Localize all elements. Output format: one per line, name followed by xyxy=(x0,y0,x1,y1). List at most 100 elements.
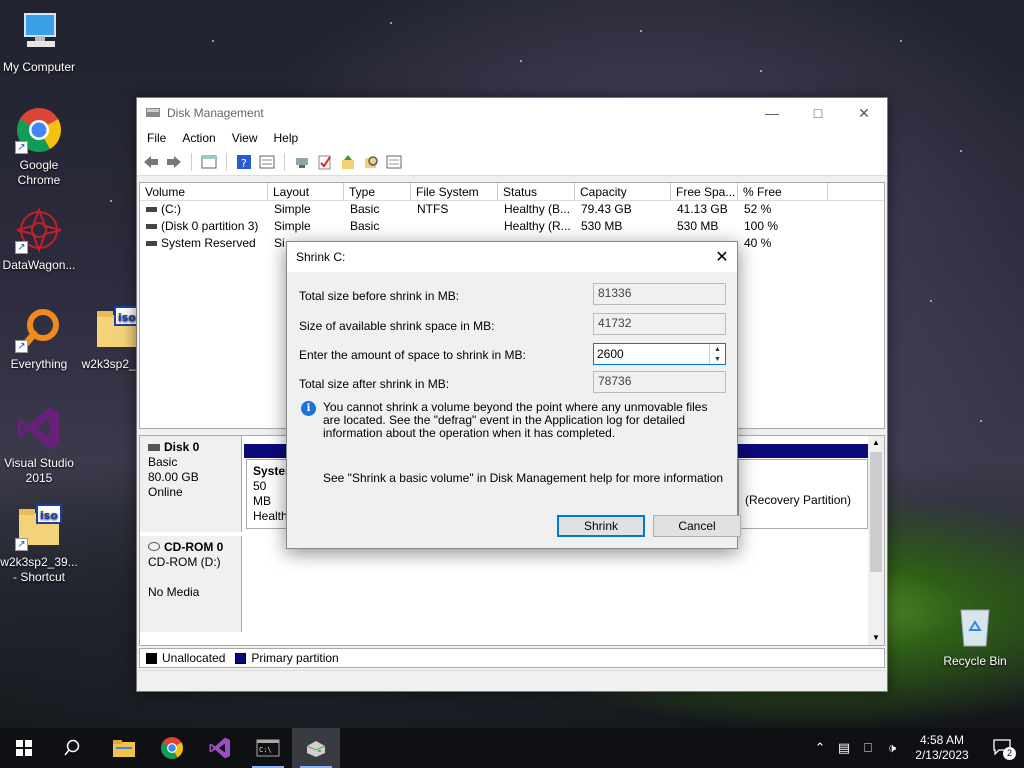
help-icon[interactable]: ? xyxy=(234,152,254,172)
taskbar-chrome[interactable] xyxy=(148,728,196,768)
column-file-system[interactable]: File System xyxy=(411,183,498,200)
desktop-icon-my-computer[interactable]: My Computer xyxy=(0,8,78,75)
stepper-down-icon[interactable]: ▼ xyxy=(710,354,725,364)
column-capacity[interactable]: Capacity xyxy=(575,183,671,200)
desktop-icon-recycle-bin[interactable]: Recycle Bin xyxy=(936,602,1014,669)
shrink-button[interactable]: Shrink xyxy=(557,515,645,537)
menu-view[interactable]: View xyxy=(224,131,266,145)
taskbar-disk-management[interactable] xyxy=(292,728,340,768)
close-button[interactable]: ✕ xyxy=(841,98,887,128)
scroll-up-icon[interactable]: ▲ xyxy=(868,436,884,450)
desktop-icon-google-chrome[interactable]: ↗ Google Chrome xyxy=(0,106,78,188)
cdrom-0-type: CD-ROM (D:) xyxy=(148,555,221,569)
column-type[interactable]: Type xyxy=(344,183,411,200)
everything-search-icon: ↗ xyxy=(15,305,63,353)
desktop-icon-visual-studio[interactable]: Visual Studio 2015 xyxy=(0,404,78,486)
shortcut-arrow-icon: ↗ xyxy=(15,241,28,254)
search-icon xyxy=(64,739,80,756)
system-tray: ⌃ ▤ ⎕ 🕩 4:58 AM 2/13/2023 2 xyxy=(808,728,1024,768)
list-view-icon[interactable] xyxy=(384,152,404,172)
taskbar-visual-studio[interactable] xyxy=(196,728,244,768)
scroll-down-icon[interactable]: ▼ xyxy=(868,631,884,645)
clock-time: 4:58 AM xyxy=(919,733,965,747)
cdrom-0-name: CD-ROM 0 xyxy=(164,540,224,554)
desktop-icon-label: Google Chrome xyxy=(17,158,61,187)
column-layout[interactable]: Layout xyxy=(268,183,344,200)
help-link-text[interactable]: See "Shrink a basic volume" in Disk Mana… xyxy=(323,471,723,485)
volume-percent-free: 100 % xyxy=(744,219,779,233)
dialog-titlebar[interactable]: Shrink C: ✕ xyxy=(287,242,737,272)
volume-status: Healthy (R... xyxy=(504,219,571,233)
column-status[interactable]: Status xyxy=(498,183,575,200)
cdrom-0-label[interactable]: CD-ROM 0 CD-ROM (D:) No Media xyxy=(140,536,242,632)
unallocated-swatch xyxy=(146,652,157,664)
up-level-icon[interactable] xyxy=(338,152,358,172)
recycle-bin-icon xyxy=(951,602,999,650)
desktop-icon-datawagon[interactable]: ↗ DataWagon... xyxy=(0,206,78,273)
console-tree-icon[interactable] xyxy=(199,152,219,172)
notification-center-icon[interactable]: 2 xyxy=(980,738,1024,760)
window-titlebar[interactable]: Disk Management — □ ✕ xyxy=(137,98,887,128)
info-icon: i xyxy=(301,401,316,416)
maximize-button[interactable]: □ xyxy=(795,98,841,128)
forward-arrow-icon[interactable] xyxy=(164,152,184,172)
recovery-partition[interactable]: (Recovery Partition) xyxy=(738,459,868,529)
taskbar-file-explorer[interactable] xyxy=(100,728,148,768)
shortcut-arrow-icon: ↗ xyxy=(15,340,28,353)
column-volume[interactable]: Volume xyxy=(140,183,268,200)
available-space-label: Size of available shrink space in MB: xyxy=(299,319,495,333)
partition-status: Healthy xyxy=(253,509,294,523)
back-arrow-icon[interactable] xyxy=(141,152,161,172)
disk-view-scrollbar[interactable]: ▲ ▼ xyxy=(868,436,884,645)
desktop-icon-label: w2k3sp2_39... - Shortcut xyxy=(0,555,78,584)
total-after-label: Total size after shrink in MB: xyxy=(299,377,450,391)
disk-0-size: 80.00 GB xyxy=(148,470,199,484)
desktop-icon-label: Visual Studio 2015 xyxy=(4,456,74,485)
taskbar-command-prompt[interactable]: C:\ xyxy=(244,728,292,768)
column-percent-free[interactable]: % Free xyxy=(738,183,828,200)
shrink-amount-input[interactable] xyxy=(594,344,709,364)
svg-text:?: ? xyxy=(241,157,247,170)
volume-free-space: 530 MB xyxy=(677,219,719,233)
shrink-amount-stepper[interactable]: ▲ ▼ xyxy=(593,343,726,365)
cancel-button[interactable]: Cancel xyxy=(653,515,741,537)
stepper-up-icon[interactable]: ▲ xyxy=(710,344,725,354)
volume-icon[interactable]: 🕩 xyxy=(880,740,904,756)
network-icon[interactable]: ⎕ xyxy=(856,740,880,756)
computer-icon xyxy=(15,8,63,56)
desktop-icon-label: My Computer xyxy=(2,60,76,74)
volume-name: (C:) xyxy=(161,202,181,216)
checklist-icon[interactable] xyxy=(315,152,335,172)
scroll-thumb[interactable] xyxy=(870,452,882,572)
windows-logo-icon xyxy=(16,740,32,756)
desktop-icon-w2k3sp2-shortcut[interactable]: iso ↗ w2k3sp2_39... - Shortcut xyxy=(0,503,78,585)
terminal-icon: C:\ xyxy=(256,739,280,757)
properties-icon[interactable] xyxy=(257,152,277,172)
connect-icon[interactable] xyxy=(292,152,312,172)
menu-action[interactable]: Action xyxy=(174,131,223,145)
disk-0-label[interactable]: Disk 0 Basic 80.00 GB Online xyxy=(140,436,242,532)
shrink-amount-label: Enter the amount of space to shrink in M… xyxy=(299,348,526,362)
clock[interactable]: 4:58 AM 2/13/2023 xyxy=(904,733,980,763)
security-icon[interactable]: ▤ xyxy=(832,740,856,756)
search-icon[interactable] xyxy=(361,152,381,172)
volume-status: Healthy (B... xyxy=(504,202,571,216)
menu-help[interactable]: Help xyxy=(266,131,307,145)
total-before-field: 81336 xyxy=(593,283,726,305)
column-free-space[interactable]: Free Spa... xyxy=(671,183,738,200)
cdrom-icon xyxy=(148,542,160,551)
desktop-icon-everything[interactable]: ↗ Everything xyxy=(0,305,78,372)
start-button[interactable] xyxy=(0,728,48,768)
table-row[interactable]: (Disk 0 partition 3) Simple Basic Health… xyxy=(140,218,884,235)
table-row[interactable]: (C:) Simple Basic NTFS Healthy (B... 79.… xyxy=(140,201,884,218)
notification-count-badge: 2 xyxy=(1003,746,1016,760)
show-hidden-icons-chevron-icon[interactable]: ⌃ xyxy=(808,740,832,756)
visual-studio-icon xyxy=(15,404,63,452)
dialog-close-button[interactable]: ✕ xyxy=(707,242,737,272)
volume-list-header: Volume Layout Type File System Status Ca… xyxy=(140,183,884,201)
minimize-button[interactable]: — xyxy=(749,98,795,128)
disk-management-app-icon xyxy=(145,105,161,122)
taskbar-search-button[interactable] xyxy=(48,728,96,768)
disk-0-type: Basic xyxy=(148,455,178,469)
menu-file[interactable]: File xyxy=(139,131,174,145)
